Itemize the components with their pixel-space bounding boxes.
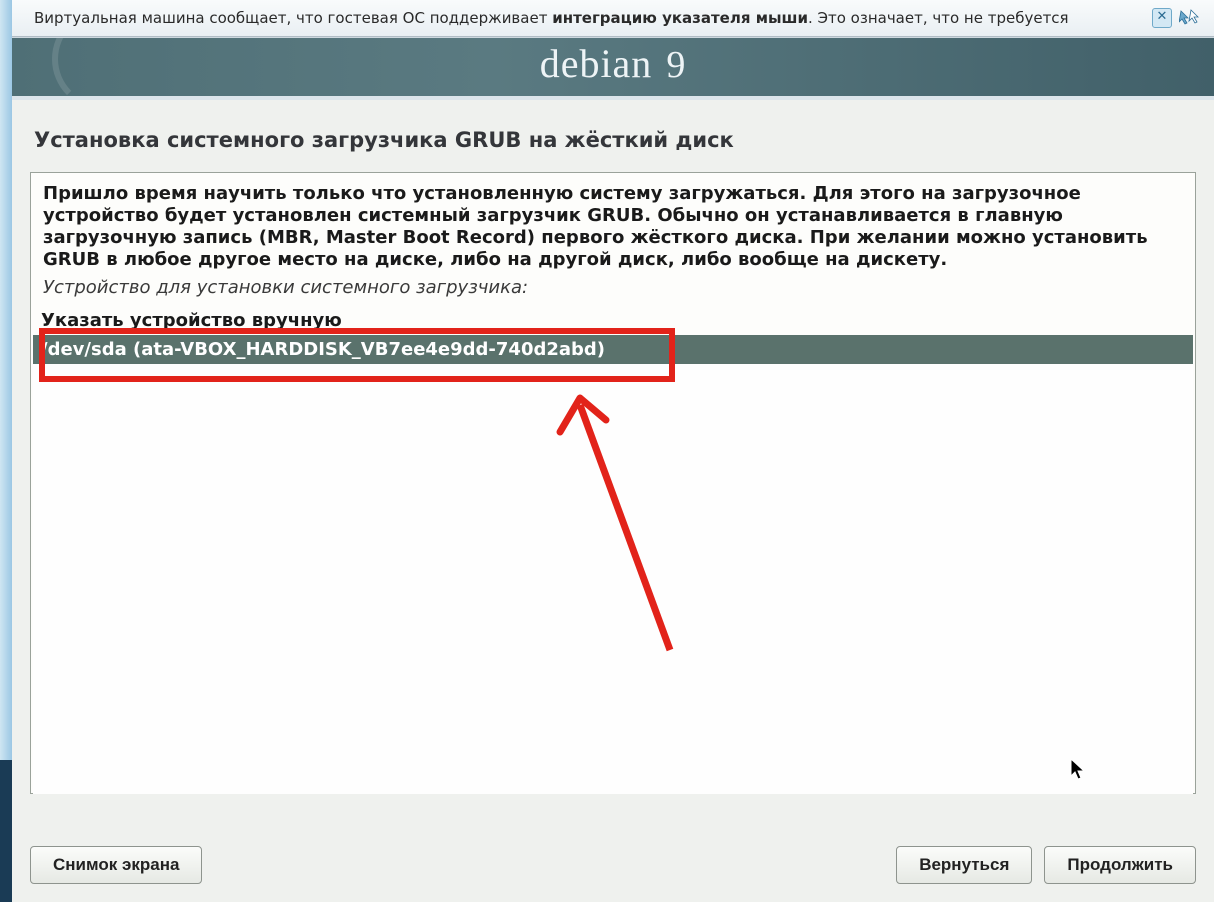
prompt-label: Устройство для установки системного загр… [31, 273, 1195, 304]
screenshot-button[interactable]: Снимок экрана [30, 846, 202, 884]
list-empty-area [33, 364, 1193, 794]
notice-suffix: . Это означает, что не требуется [808, 9, 1069, 27]
installer-banner: debian 9 [12, 37, 1214, 96]
option-manual-device[interactable]: Указать устройство вручную [33, 306, 1193, 335]
vm-notification-bar: Виртуальная машина сообщает, что гостева… [12, 0, 1214, 37]
content-frame: Пришло время научить только что установл… [30, 172, 1196, 794]
back-button[interactable]: Вернуться [896, 846, 1032, 884]
mouse-capture-icon[interactable] [1178, 8, 1200, 28]
notice-bold: интеграцию указателя мыши [552, 9, 808, 27]
page-title: Установка системного загрузчика GRUB на … [34, 128, 1192, 152]
device-list: Указать устройство вручную /dev/sda (ata… [33, 306, 1193, 794]
close-icon[interactable]: ✕ [1152, 8, 1172, 28]
vm-notification-text: Виртуальная машина сообщает, что гостева… [34, 9, 1146, 27]
description-text: Пришло время научить только что установл… [31, 173, 1195, 273]
brand-version: 9 [666, 44, 686, 86]
notice-prefix: Виртуальная машина сообщает, что гостева… [34, 9, 552, 27]
continue-button[interactable]: Продолжить [1044, 846, 1196, 884]
option-dev-sda[interactable]: /dev/sda (ata-VBOX_HARDDISK_VB7ee4e9dd-7… [33, 335, 1193, 364]
brand-name: debian [540, 41, 653, 86]
